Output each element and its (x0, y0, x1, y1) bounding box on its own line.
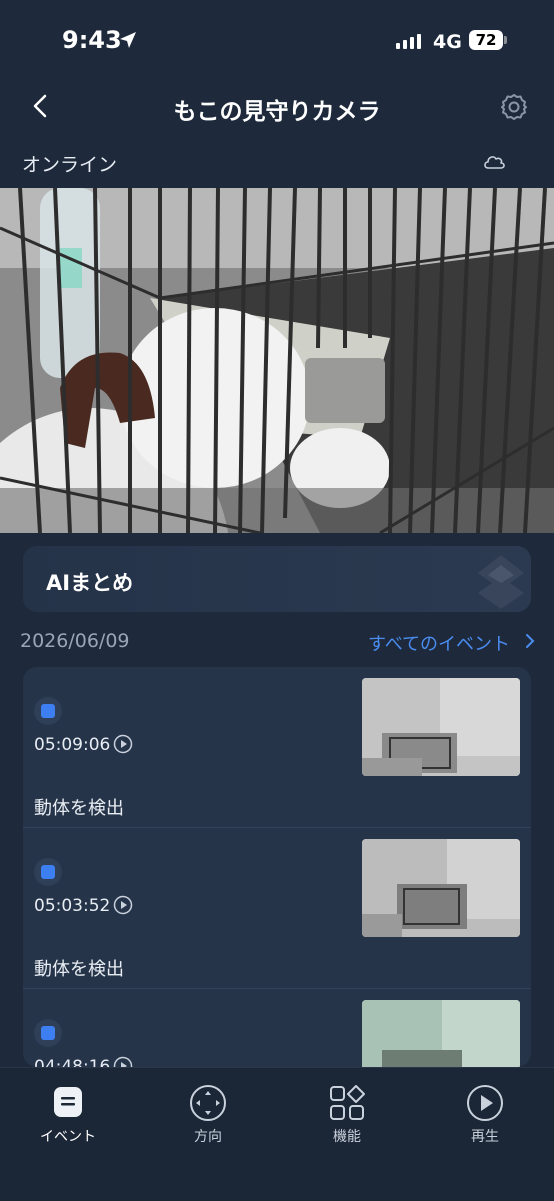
camera-feed-image (0, 188, 554, 533)
event-item[interactable]: 05:03:52 動体を検出 (23, 828, 531, 989)
tab-events[interactable]: イベント (18, 1082, 118, 1162)
tab-events-label: イベント (40, 1129, 96, 1145)
cloud-icon[interactable] (482, 153, 506, 171)
signal-strength-icon (396, 34, 421, 49)
play-circle-icon[interactable] (113, 1056, 133, 1067)
tab-playback[interactable]: 再生 (435, 1082, 535, 1162)
event-date: 2026/06/09 (20, 630, 130, 652)
status-time: 9:43 (62, 26, 122, 54)
tab-direction[interactable]: 方向 (158, 1082, 258, 1162)
bottom-tab-bar: イベント 方向 機能 再生 (0, 1067, 554, 1201)
tab-features[interactable]: 機能 (297, 1082, 397, 1162)
tab-features-label: 機能 (333, 1129, 361, 1145)
event-thumbnail[interactable] (362, 839, 520, 937)
battery-level: 72 (469, 30, 503, 50)
direction-pad-icon (190, 1085, 226, 1121)
event-list: 05:09:06 動体を検出 05:03:52 動体を検出 04:48:16 (23, 667, 531, 1067)
event-label: 動体を検出 (34, 798, 124, 819)
features-grid-icon (330, 1085, 365, 1120)
event-thumbnail-image (362, 839, 520, 937)
ai-summary-label: AIまとめ (46, 571, 134, 595)
connection-status: オンライン (22, 154, 118, 176)
live-camera-feed[interactable] (0, 188, 554, 533)
event-label: 動体を検出 (34, 959, 124, 980)
all-events-link[interactable]: すべてのイベント (368, 630, 510, 656)
event-thumbnail[interactable] (362, 1000, 520, 1067)
event-time: 05:09:06 (34, 735, 111, 755)
play-circle-icon[interactable] (113, 895, 133, 915)
playback-icon (467, 1085, 503, 1121)
event-item[interactable]: 04:48:16 (23, 989, 531, 1067)
play-circle-icon[interactable] (113, 734, 133, 754)
motion-event-badge-icon (34, 697, 62, 725)
chevron-right-icon[interactable] (524, 632, 536, 650)
motion-event-badge-icon (34, 1019, 62, 1047)
network-type: 4G (433, 31, 462, 53)
ai-logo-icon (478, 555, 524, 609)
location-arrow-icon (120, 32, 136, 48)
event-time: 05:03:52 (34, 896, 111, 916)
event-time: 04:48:16 (34, 1057, 111, 1067)
battery-cap (504, 36, 507, 44)
event-thumbnail[interactable] (362, 678, 520, 776)
event-item[interactable]: 05:09:06 動体を検出 (23, 667, 531, 828)
gear-icon[interactable] (500, 93, 528, 121)
event-thumbnail-image (362, 678, 520, 776)
tab-playback-label: 再生 (471, 1129, 499, 1145)
tab-direction-label: 方向 (194, 1129, 222, 1145)
events-icon (54, 1087, 82, 1117)
motion-event-badge-icon (34, 858, 62, 886)
event-thumbnail-image (362, 1000, 520, 1067)
page-title: もこの見守りカメラ (173, 99, 381, 125)
